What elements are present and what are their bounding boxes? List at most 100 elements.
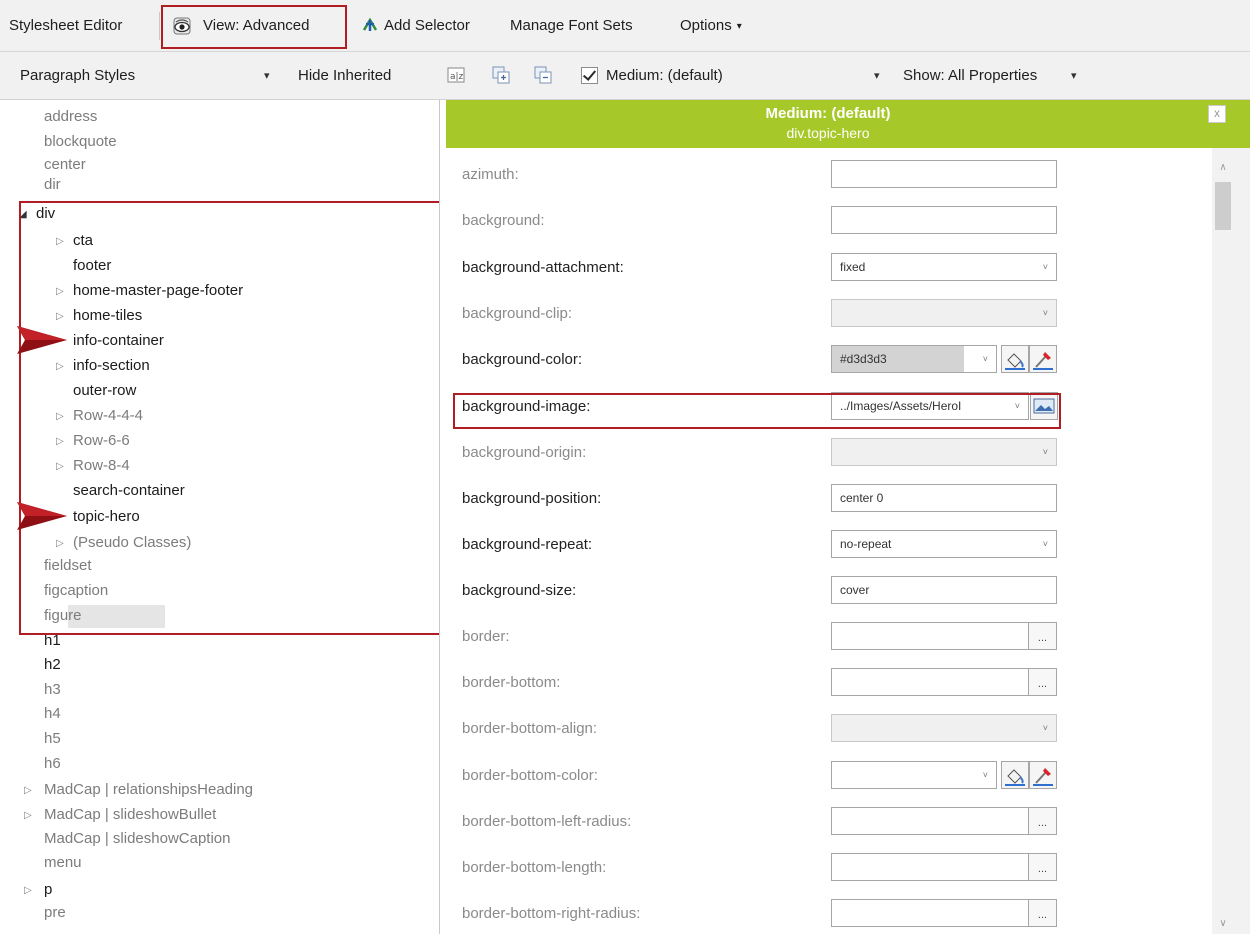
ellipsis-button[interactable]: ...: [1028, 899, 1057, 927]
tree-item[interactable]: MadCap | slideshowBullet: [44, 802, 216, 827]
property-panel: Medium: (default) div.topic-hero x azimu…: [446, 100, 1250, 934]
eyedropper-icon[interactable]: [1029, 345, 1057, 373]
property-input[interactable]: [831, 853, 1029, 881]
tree-item[interactable]: home-tiles: [73, 303, 142, 328]
property-input[interactable]: cover: [831, 576, 1057, 604]
tree-item[interactable]: search-container: [73, 478, 185, 503]
close-panel-button[interactable]: x: [1208, 105, 1226, 123]
property-select[interactable]: ˅: [831, 714, 1057, 742]
image-path-select[interactable]: ../Images/Assets/HeroI ˅: [831, 392, 1029, 420]
tree-item[interactable]: outer-row: [73, 378, 136, 403]
property-select[interactable]: fixed ˅: [831, 253, 1057, 281]
tree-item[interactable]: Row-6-6: [73, 428, 130, 453]
ellipsis-button[interactable]: ...: [1028, 853, 1057, 881]
ellipsis-button[interactable]: ...: [1028, 668, 1057, 696]
tree-item[interactable]: topic-hero: [73, 504, 140, 529]
scrollbar-thumb[interactable]: [1215, 182, 1231, 230]
property-input[interactable]: [831, 206, 1057, 234]
expand-all-icon[interactable]: [492, 66, 510, 84]
tree-item[interactable]: h5: [44, 726, 61, 751]
tree-item[interactable]: home-master-page-footer: [73, 278, 243, 303]
tree-item[interactable]: cta: [73, 228, 93, 253]
view-eye-icon[interactable]: [172, 16, 192, 36]
vertical-scrollbar[interactable]: [1212, 148, 1250, 934]
tree-item[interactable]: info-container: [73, 328, 164, 353]
tree-item[interactable]: dir: [44, 172, 61, 197]
show-properties-dropdown-icon[interactable]: ▾: [1071, 64, 1077, 88]
tree-expand-icon[interactable]: ▷: [56, 279, 64, 304]
tree-item[interactable]: pre: [44, 900, 66, 925]
color-select[interactable]: #d3d3d3 ˅: [831, 345, 997, 373]
property-input[interactable]: center 0: [831, 484, 1057, 512]
tree-item-label: h1: [44, 632, 61, 649]
tree-item[interactable]: h4: [44, 701, 61, 726]
tree-item-label: outer-row: [73, 382, 137, 399]
ellipsis-button[interactable]: ...: [1028, 807, 1057, 835]
browse-image-icon[interactable]: [1030, 392, 1058, 420]
tree-item[interactable]: blockquote: [44, 129, 117, 154]
manage-font-sets-button[interactable]: Manage Font Sets: [510, 14, 633, 38]
tree-item[interactable]: Row-8-4: [73, 453, 130, 478]
medium-checkbox[interactable]: [581, 67, 598, 84]
property-select[interactable]: ˅: [831, 299, 1057, 327]
tree-item[interactable]: figcaption: [44, 578, 108, 603]
tree-item[interactable]: info-section: [73, 353, 150, 378]
tree-item[interactable]: h2: [44, 652, 61, 677]
style-type-dropdown-icon[interactable]: ▾: [264, 64, 270, 88]
tree-item[interactable]: MadCap | relationshipsHeading: [44, 777, 253, 802]
tree-expand-icon[interactable]: ▷: [24, 878, 32, 903]
tree-item[interactable]: menu: [44, 850, 82, 875]
tree-item[interactable]: MadCap | slideshowCaption: [44, 826, 231, 851]
scroll-up-icon[interactable]: ∧: [1215, 162, 1231, 178]
property-input[interactable]: [831, 899, 1029, 927]
hide-inherited-button[interactable]: Hide Inherited: [298, 64, 391, 88]
sort-icon[interactable]: a|z: [447, 66, 465, 84]
property-label: background:: [462, 212, 545, 229]
tree-item[interactable]: address: [44, 104, 97, 129]
scroll-down-icon[interactable]: ∨: [1215, 918, 1231, 934]
chevron-down-icon: ˅: [982, 354, 988, 364]
tree-expand-icon[interactable]: ▷: [56, 229, 64, 254]
show-properties-select[interactable]: Show: All Properties: [903, 64, 1037, 88]
tree-expand-icon[interactable]: ▷: [24, 778, 32, 803]
property-select[interactable]: ˅: [831, 438, 1057, 466]
tree-item[interactable]: (Pseudo Classes): [73, 530, 191, 555]
medium-select[interactable]: Medium: (default): [606, 64, 723, 88]
tree-expand-icon[interactable]: ▷: [56, 429, 64, 454]
tree-item[interactable]: div: [36, 201, 55, 226]
tree-expand-icon[interactable]: ▷: [56, 354, 64, 379]
eyedropper-icon[interactable]: [1029, 761, 1057, 789]
tree-item[interactable]: Row-4-4-4: [73, 403, 143, 428]
tree-item[interactable]: fieldset: [44, 553, 92, 578]
property-input[interactable]: [831, 622, 1029, 650]
style-type-select[interactable]: Paragraph Styles: [20, 64, 135, 88]
tree-collapse-icon[interactable]: ◢: [19, 202, 27, 227]
tree-expand-icon[interactable]: ▷: [56, 404, 64, 429]
color-select[interactable]: ˅: [831, 761, 997, 789]
property-input[interactable]: [831, 160, 1057, 188]
add-selector-icon[interactable]: [361, 16, 379, 34]
options-menu[interactable]: Options ▾: [680, 14, 742, 38]
tree-expand-icon[interactable]: ▷: [56, 454, 64, 479]
view-advanced-button[interactable]: View: Advanced: [203, 14, 309, 38]
property-select[interactable]: no-repeat ˅: [831, 530, 1057, 558]
medium-dropdown-icon[interactable]: ▾: [874, 64, 880, 88]
ellipsis-button[interactable]: ...: [1028, 622, 1057, 650]
tree-expand-icon[interactable]: ▷: [24, 803, 32, 828]
add-selector-button[interactable]: Add Selector: [384, 14, 470, 38]
selector-tree: address blockquote center dir div ◢ cta ▷ footer…: [0, 100, 440, 934]
tree-item[interactable]: figure: [44, 603, 82, 628]
paint-bucket-icon[interactable]: [1001, 345, 1029, 373]
tree-item[interactable]: h1: [44, 628, 61, 653]
toolbar-divider: [159, 12, 160, 40]
tree-item-label: pre: [44, 904, 66, 921]
collapse-all-icon[interactable]: [534, 66, 552, 84]
tree-item[interactable]: p: [44, 877, 52, 902]
property-input[interactable]: [831, 668, 1029, 696]
property-input[interactable]: [831, 807, 1029, 835]
tree-item-label: fieldset: [44, 557, 92, 574]
tree-item[interactable]: footer: [73, 253, 111, 278]
tree-item[interactable]: h3: [44, 677, 61, 702]
paint-bucket-icon[interactable]: [1001, 761, 1029, 789]
tree-item[interactable]: h6: [44, 751, 61, 776]
